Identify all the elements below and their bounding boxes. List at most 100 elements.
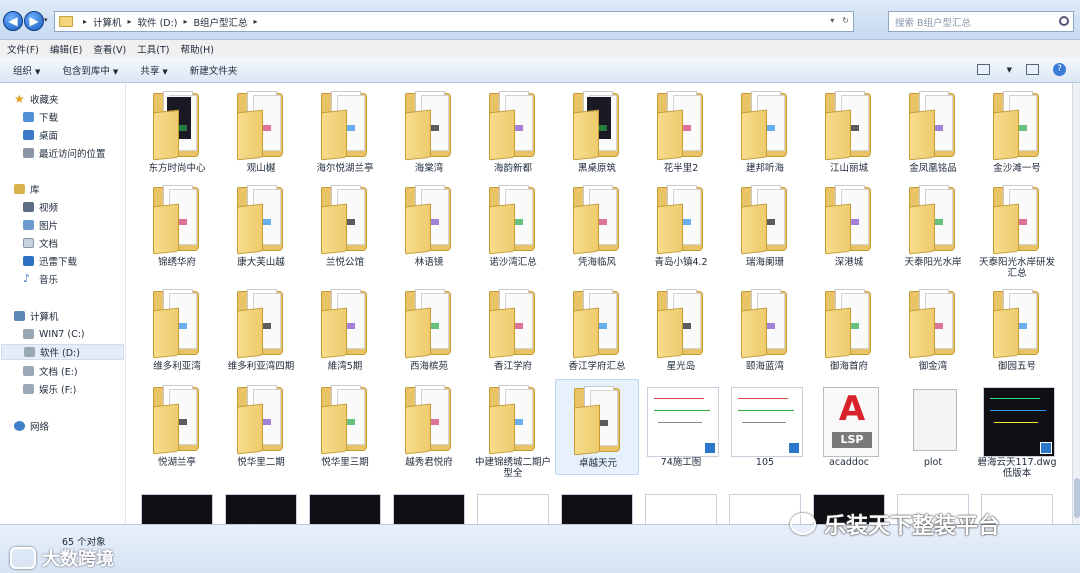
include-library-button[interactable]: 包含到库中 ▼ — [62, 63, 118, 77]
folder-item[interactable]: 江山丽城 — [807, 85, 891, 181]
address-input[interactable]: ▸ 计算机 ▸ 软件 (D:) ▸ B组户型汇总 ▸ ▾ ↻ — [54, 11, 854, 32]
dwg-thumbnail-icon[interactable] — [393, 494, 465, 524]
scrollbar-thumb[interactable] — [1074, 478, 1080, 518]
sidebar-item-thunder[interactable]: 迅雷下载 — [23, 253, 77, 269]
vertical-scrollbar[interactable] — [1072, 83, 1080, 524]
sidebar-item-music[interactable]: ♪ 音乐 — [23, 271, 58, 287]
search-input[interactable]: 搜索 B组户型汇总 — [888, 11, 1074, 32]
dwg-thumbnail-icon[interactable] — [141, 494, 213, 524]
new-folder-button[interactable]: 新建文件夹 — [190, 63, 238, 77]
help-icon[interactable]: ? — [1053, 63, 1066, 76]
breadcrumb-current-folder[interactable]: B组户型汇总 — [194, 15, 248, 29]
folder-item[interactable]: 越秀君悦府 — [387, 379, 471, 475]
chevron-down-icon[interactable]: ▼ — [1007, 66, 1012, 74]
folder-item[interactable]: 建邦听海 — [723, 85, 807, 181]
sidebar-item-drive-e[interactable]: 文档 (E:) — [23, 363, 78, 379]
history-dropdown-icon[interactable]: ▾ — [44, 16, 48, 24]
file-item[interactable]: 74施工图 — [639, 379, 723, 475]
folder-item[interactable]: 卓越天元 — [555, 379, 639, 475]
sidebar-item-drive-f[interactable]: 娱乐 (F:) — [23, 381, 76, 397]
folder-item[interactable]: 花半里2 — [639, 85, 723, 181]
share-button[interactable]: 共享 ▼ — [140, 63, 167, 77]
sidebar-item-network[interactable]: 网络 — [14, 418, 49, 434]
folder-item[interactable]: 天泰阳光水岸研发汇总 — [975, 179, 1059, 279]
back-button[interactable]: ◀ — [3, 11, 23, 31]
folder-item[interactable]: 诺沙湾汇总 — [471, 179, 555, 275]
folder-icon — [489, 385, 539, 455]
address-dropdown-icon[interactable]: ▾ — [830, 16, 834, 25]
dwg-thumbnail-icon[interactable] — [561, 494, 633, 524]
folder-item[interactable]: 西海槟苑 — [387, 283, 471, 379]
preview-pane-icon[interactable] — [1026, 64, 1039, 75]
folder-item[interactable]: 康大芙山越 — [219, 179, 303, 275]
folder-item[interactable]: 悦华里二期 — [219, 379, 303, 475]
folder-item[interactable]: 海棠湾 — [387, 85, 471, 181]
folder-item[interactable]: 林语镜 — [387, 179, 471, 275]
folder-icon — [573, 289, 623, 359]
dwg-thumbnail-icon[interactable] — [309, 494, 381, 524]
watermark-logo-icon — [10, 547, 36, 569]
menu-tools[interactable]: 工具(T) — [137, 42, 169, 56]
sidebar-item-pictures[interactable]: 图片 — [23, 217, 58, 233]
sidebar-label: 软件 (D:) — [40, 348, 80, 359]
search-icon[interactable] — [1059, 16, 1069, 26]
folder-item[interactable]: 御金湾 — [891, 283, 975, 379]
folder-item[interactable]: 星光岛 — [639, 283, 723, 379]
sidebar-item-recent[interactable]: 最近访问的位置 — [23, 145, 106, 161]
breadcrumb-computer[interactable]: 计算机 — [93, 15, 122, 29]
sidebar-item-drive-c[interactable]: WIN7 (C:) — [23, 326, 85, 342]
folder-item[interactable]: 凭海临风 — [555, 179, 639, 275]
folder-item[interactable]: 维多利亚湾四期 — [219, 283, 303, 379]
folder-item[interactable]: 中建锦绣城二期户型全 — [471, 379, 555, 479]
sidebar-item-favorites[interactable]: ★ 收藏夹 — [14, 91, 59, 107]
folder-item[interactable]: 金凤凰铭品 — [891, 85, 975, 181]
folder-item[interactable]: 悦华里三期 — [303, 379, 387, 475]
music-icon: ♪ — [23, 272, 31, 285]
sidebar-item-downloads[interactable]: 下载 — [23, 109, 58, 125]
folder-item[interactable]: 青岛小镇4.2 — [639, 179, 723, 275]
folder-item[interactable]: 深港城 — [807, 179, 891, 275]
dwg-thumbnail-icon[interactable] — [477, 494, 549, 524]
folder-item[interactable]: 锦绣华府 — [135, 179, 219, 275]
folder-item[interactable]: 颐海蓝湾 — [723, 283, 807, 379]
folder-item[interactable]: 观山樾 — [219, 85, 303, 181]
file-item[interactable]: 碧海云天117.dwg低版本 — [975, 379, 1059, 479]
view-options-icon[interactable] — [976, 64, 990, 75]
folder-item[interactable]: 悦湖兰亭 — [135, 379, 219, 475]
folder-item[interactable]: 天泰阳光水岸 — [891, 179, 975, 275]
dwg-thumbnail-icon[interactable] — [225, 494, 297, 524]
sidebar-item-drive-d[interactable]: 软件 (D:) — [1, 344, 124, 360]
forward-button[interactable]: ▶ — [24, 11, 44, 31]
sidebar-item-computer[interactable]: 计算机 — [14, 308, 59, 324]
folder-item[interactable]: 香江学府 — [471, 283, 555, 379]
menu-view[interactable]: 查看(V) — [93, 42, 126, 56]
refresh-icon[interactable]: ↻ — [842, 16, 849, 25]
sidebar-item-libraries[interactable]: 库 — [14, 181, 40, 197]
menu-edit[interactable]: 编辑(E) — [50, 42, 82, 56]
dwg-thumbnail-icon[interactable] — [645, 494, 717, 524]
menu-file[interactable]: 文件(F) — [7, 42, 39, 56]
breadcrumb-drive-d[interactable]: 软件 (D:) — [138, 15, 178, 29]
folder-item[interactable]: 維湾5期 — [303, 283, 387, 379]
folder-item[interactable]: 御海首府 — [807, 283, 891, 379]
menu-help[interactable]: 帮助(H) — [180, 42, 214, 56]
sidebar-item-videos[interactable]: 视频 — [23, 199, 58, 215]
folder-item[interactable]: 东方时尚中心 — [135, 85, 219, 181]
sidebar-label: 图片 — [39, 221, 59, 232]
folder-item[interactable]: 御园五号 — [975, 283, 1059, 379]
sidebar-item-desktop[interactable]: 桌面 — [23, 127, 58, 143]
folder-item[interactable]: 金沙滩一号 — [975, 85, 1059, 181]
folder-item[interactable]: 兰悦公馆 — [303, 179, 387, 275]
folder-item[interactable]: 海韵新都 — [471, 85, 555, 181]
file-item[interactable]: A LSP acaddoc — [807, 379, 891, 475]
folder-item[interactable]: 香江学府汇总 — [555, 283, 639, 379]
chevron-right-icon[interactable]: ▸ — [254, 17, 258, 26]
file-item[interactable]: plot — [891, 379, 975, 475]
file-item[interactable]: 105 — [723, 379, 807, 475]
folder-item[interactable]: 瑞海阑珊 — [723, 179, 807, 275]
folder-item[interactable]: 黑桌原筑 — [555, 85, 639, 181]
folder-item[interactable]: 维多利亚湾 — [135, 283, 219, 379]
sidebar-item-documents[interactable]: 文档 — [23, 235, 58, 251]
folder-item[interactable]: 海尔悦湖兰亭 — [303, 85, 387, 181]
organize-button[interactable]: 组织 ▼ — [13, 63, 40, 77]
